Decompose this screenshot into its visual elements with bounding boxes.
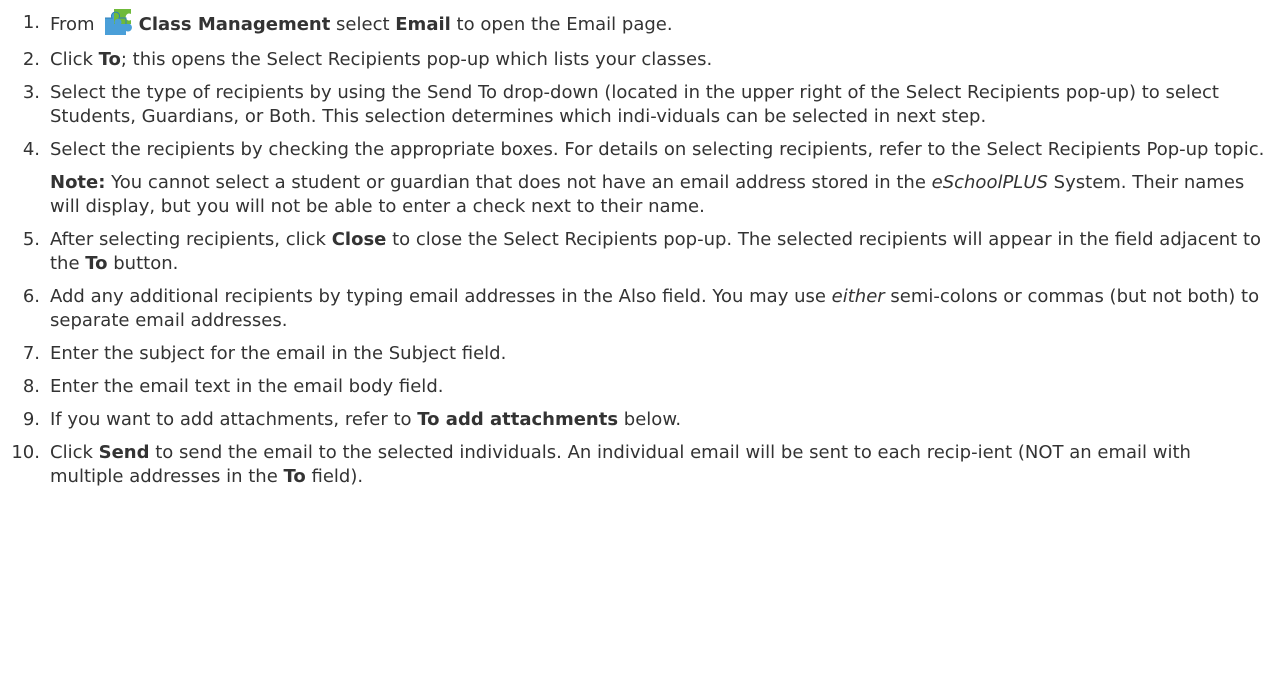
step-text: Select the recipients by checking the ap… (50, 139, 1265, 160)
step-number: 4. (22, 139, 40, 160)
to-label: To (283, 466, 306, 487)
step-text: Add any additional recipients by typing … (50, 286, 1260, 331)
instruction-steps: 1. From Class Management select Email to … (0, 6, 1265, 498)
note-label: Note: (50, 172, 106, 193)
step-text: Click To; this opens the Select Recipien… (50, 49, 713, 70)
step-number: 5. (22, 229, 40, 250)
email-label: Email (395, 14, 451, 35)
step-number: 3. (22, 82, 40, 103)
step-text: After selecting recipients, click Close … (50, 229, 1262, 274)
class-management-label: Class Management (138, 14, 331, 35)
step-6: 6. Add any additional recipients by typi… (0, 285, 1265, 333)
step-number: 10. (11, 442, 40, 463)
step-text: From Class Management select Email to ope… (50, 9, 673, 36)
step-text: Enter the subject for the email in the S… (50, 343, 507, 364)
step-number: 7. (22, 343, 40, 364)
note: Note: You cannot select a student or gua… (50, 172, 1245, 217)
step-number: 9. (22, 409, 40, 430)
to-label: To (98, 49, 121, 70)
to-add-attachments-label: To add attachments (417, 409, 619, 430)
step-1: 1. From Class Management select Email to … (0, 6, 1265, 42)
step-text: Enter the email text in the email body f… (50, 376, 444, 397)
step-number: 8. (22, 376, 40, 397)
step-text: Select the type of recipients by using t… (50, 82, 1219, 127)
step-2: 2. Click To; this opens the Select Recip… (0, 48, 1265, 72)
step-number: 1. (22, 12, 40, 33)
either-emphasis: either (831, 286, 885, 307)
step-7: 7. Enter the subject for the email in th… (0, 342, 1265, 366)
step-text: If you want to add attachments, refer to… (50, 409, 682, 430)
step-number: 2. (22, 49, 40, 70)
step-number: 6. (22, 286, 40, 307)
step-4: 4. Select the recipients by checking the… (0, 138, 1265, 219)
close-label: Close (331, 229, 387, 250)
puzzle-icon (101, 6, 135, 36)
step-8: 8. Enter the email text in the email bod… (0, 375, 1265, 399)
email-page-link[interactable]: Email (566, 14, 616, 35)
step-10: 10. Click Send to send the email to the … (0, 441, 1265, 489)
send-label: Send (98, 442, 150, 463)
select-recipients-link[interactable]: Select Recipients Pop-up (987, 139, 1209, 160)
step-9: 9. If you want to add attachments, refer… (0, 408, 1265, 432)
to-label: To (85, 253, 108, 274)
step-3: 3. Select the type of recipients by usin… (0, 81, 1265, 129)
step-text: Click Send to send the email to the sele… (50, 442, 1191, 487)
product-name: eSchoolPLUS (931, 172, 1048, 193)
step-5: 5. After selecting recipients, click Clo… (0, 228, 1265, 276)
